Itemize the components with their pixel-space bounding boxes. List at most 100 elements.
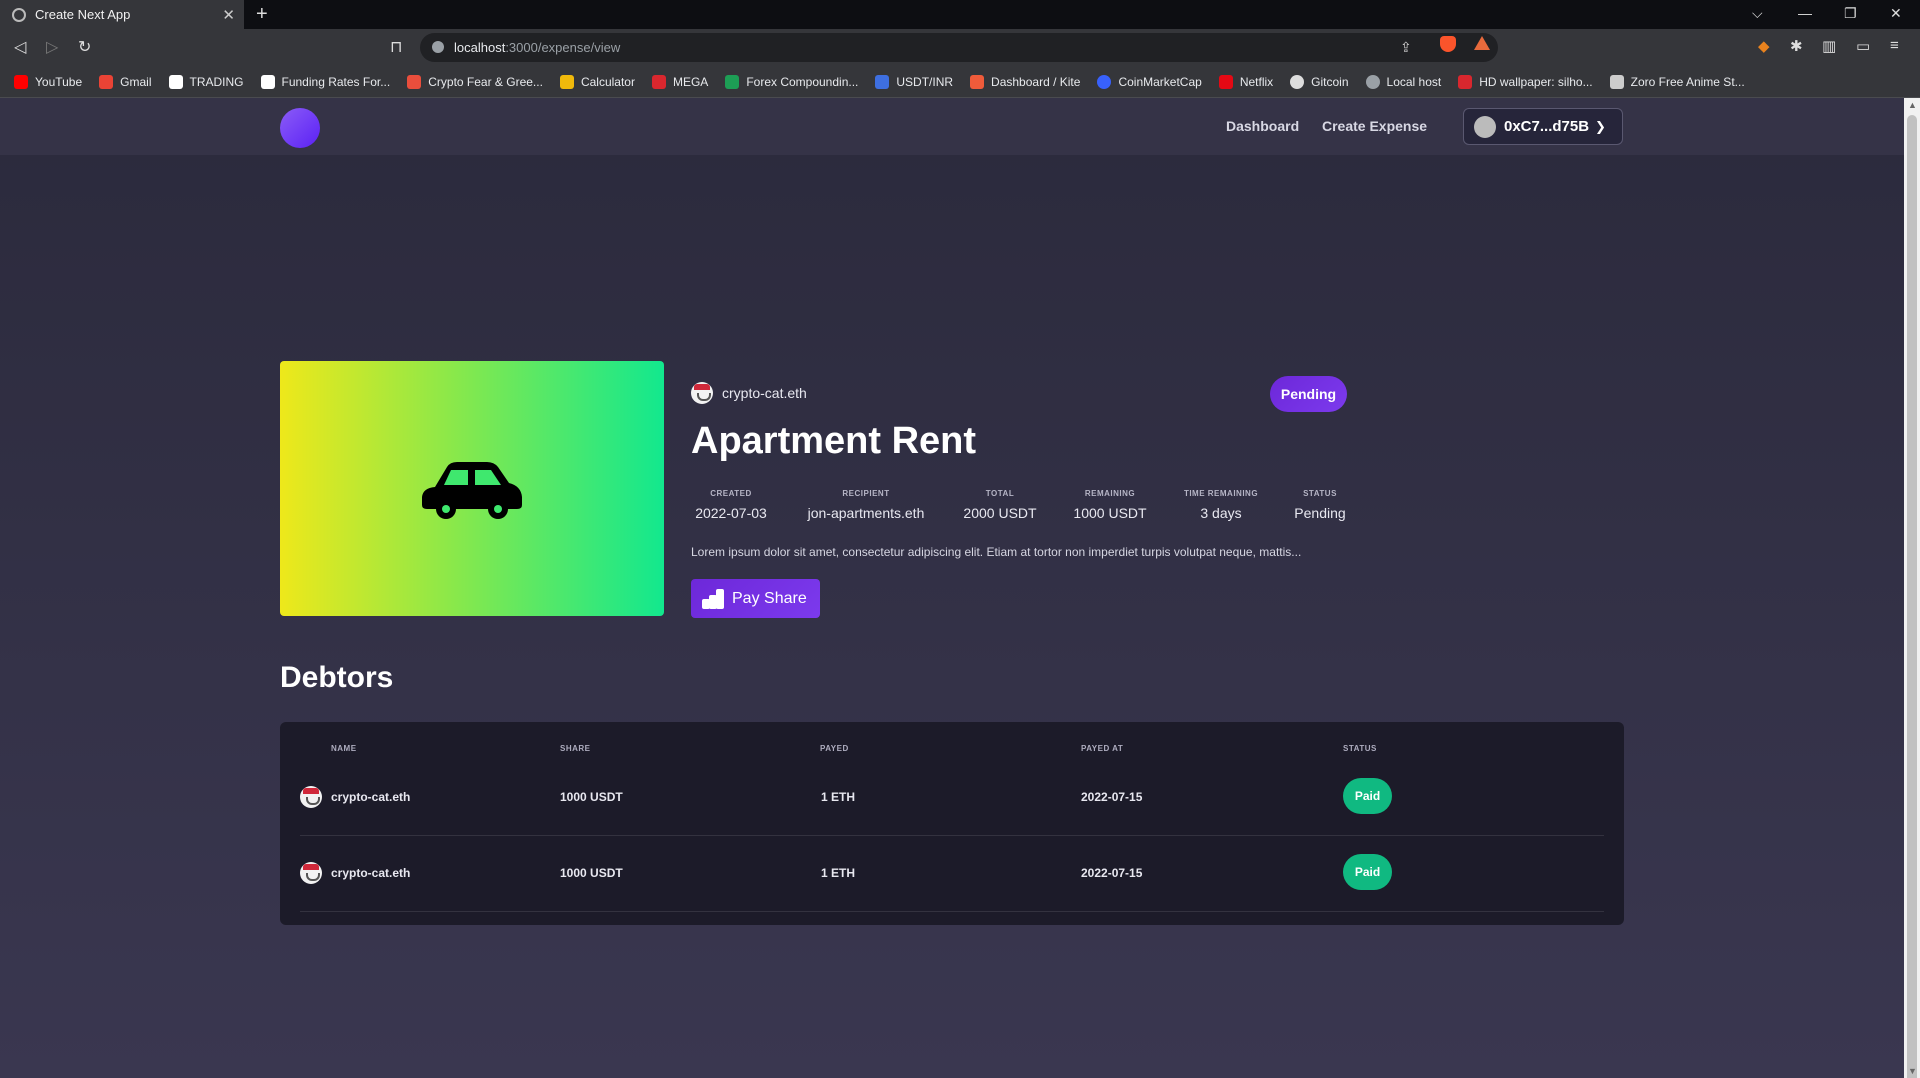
reload-icon[interactable]: ↻ bbox=[78, 37, 91, 57]
bookmark-icon[interactable]: ⊓ bbox=[390, 37, 402, 57]
close-window-icon[interactable]: ✕ bbox=[1890, 5, 1902, 22]
app-header: Dashboard Create Expense 0xC7...d75B ❯ bbox=[0, 98, 1904, 155]
nav-create-expense[interactable]: Create Expense bbox=[1322, 118, 1427, 134]
wazirx-icon bbox=[875, 74, 890, 89]
table-row[interactable]: crypto-cat.eth 1000 USDT 1 ETH 2022-07-1… bbox=[300, 760, 1604, 836]
stat-created: CREATED 2022-07-03 bbox=[695, 489, 767, 521]
debtor-payed: 1 ETH bbox=[821, 866, 856, 880]
bookmark-item[interactable]: Gitcoin bbox=[1290, 74, 1349, 89]
site-info-icon[interactable] bbox=[432, 41, 444, 53]
forward-icon[interactable]: ▷ bbox=[46, 37, 58, 57]
tab-strip: Create Next App ✕ + ⌵ — ❐ ✕ bbox=[0, 0, 1920, 29]
globe-icon bbox=[12, 7, 26, 22]
column-header: SHARE bbox=[560, 744, 591, 753]
tab-title: Create Next App bbox=[35, 7, 131, 22]
scroll-down-icon[interactable]: ▼ bbox=[1908, 1066, 1917, 1076]
bookmark-item[interactable]: CoinMarketCap bbox=[1097, 74, 1202, 89]
stat-total: TOTAL 2000 USDT bbox=[963, 489, 1037, 521]
zoro-icon bbox=[1609, 74, 1624, 89]
minimize-icon[interactable]: — bbox=[1798, 5, 1812, 21]
stat-status: STATUS Pending bbox=[1294, 489, 1346, 521]
debtor-share: 1000 USDT bbox=[560, 790, 623, 804]
debtors-table: NAME SHARE PAYED PAYED AT STATUS crypto-… bbox=[280, 722, 1624, 925]
bookmark-item[interactable]: USDT/INR bbox=[875, 74, 953, 89]
metamask-icon[interactable]: ◆ bbox=[1758, 37, 1770, 55]
binance-icon bbox=[559, 74, 574, 89]
funding-rates-icon bbox=[260, 74, 275, 89]
bookmark-item[interactable]: Gmail bbox=[99, 74, 152, 89]
expense-image bbox=[280, 361, 664, 616]
app-logo[interactable] bbox=[280, 108, 320, 148]
status-badge: Pending bbox=[1270, 376, 1347, 412]
debtor-name: crypto-cat.eth bbox=[331, 790, 411, 804]
chevron-down-icon: ❯ bbox=[1595, 118, 1606, 134]
column-header: STATUS bbox=[1343, 744, 1377, 753]
avatar bbox=[300, 786, 322, 808]
globe-icon bbox=[1365, 74, 1380, 89]
stat-recipient: RECIPIENT jon-apartments.eth bbox=[807, 489, 925, 521]
excel-icon bbox=[725, 74, 740, 89]
close-tab-icon[interactable]: ✕ bbox=[222, 6, 235, 24]
pay-share-label: Pay Share bbox=[732, 589, 807, 607]
gmail-icon bbox=[99, 74, 114, 89]
expense-description: Lorem ipsum dolor sit amet, consectetur … bbox=[691, 545, 1302, 559]
bookmark-item[interactable]: TRADING bbox=[168, 74, 244, 89]
status-badge: Paid bbox=[1343, 778, 1392, 814]
bookmark-item[interactable]: Forex Compoundin... bbox=[725, 74, 858, 89]
coinmarketcap-icon bbox=[1097, 74, 1112, 89]
bookmark-item[interactable]: MEGA bbox=[651, 74, 708, 89]
scroll-up-icon[interactable]: ▲ bbox=[1908, 100, 1917, 110]
debtor-payed-at: 2022-07-15 bbox=[1081, 866, 1143, 880]
page-title: Apartment Rent bbox=[691, 420, 977, 462]
scrollbar[interactable]: ▲ ▼ bbox=[1904, 98, 1920, 1078]
debtors-heading: Debtors bbox=[280, 661, 394, 694]
url-text[interactable]: localhost:3000/expense/view bbox=[454, 40, 620, 55]
wallet-address: 0xC7...d75B bbox=[1504, 118, 1590, 135]
stat-remaining: REMAINING 1000 USDT bbox=[1073, 489, 1147, 521]
menu-icon[interactable]: ≡ bbox=[1890, 37, 1899, 54]
column-header: PAYED AT bbox=[1081, 744, 1124, 753]
bookmark-item[interactable]: Funding Rates For... bbox=[260, 74, 390, 89]
bookmark-item[interactable]: Zoro Free Anime St... bbox=[1609, 74, 1745, 89]
column-header: NAME bbox=[331, 744, 357, 753]
bookmark-item[interactable]: Crypto Fear & Gree... bbox=[407, 74, 543, 89]
bookmark-item[interactable]: YouTube bbox=[14, 74, 82, 89]
brave-shields-icon[interactable] bbox=[1440, 36, 1456, 52]
new-tab-button[interactable]: + bbox=[256, 3, 268, 26]
kite-icon bbox=[970, 74, 985, 89]
tab-search-icon[interactable]: ⌵ bbox=[1752, 5, 1763, 22]
owner-name: crypto-cat.eth bbox=[722, 385, 807, 401]
coins-icon bbox=[702, 588, 724, 609]
bookmark-item[interactable]: HD wallpaper: silho... bbox=[1458, 74, 1593, 89]
bookmark-item[interactable]: Dashboard / Kite bbox=[970, 74, 1080, 89]
expense-owner[interactable]: crypto-cat.eth bbox=[691, 382, 807, 404]
fear-greed-icon bbox=[407, 74, 422, 89]
nav-dashboard[interactable]: Dashboard bbox=[1226, 118, 1299, 134]
tradingview-icon bbox=[168, 74, 183, 89]
bookmark-item[interactable]: Calculator bbox=[559, 74, 635, 89]
wallet-button[interactable]: 0xC7...d75B ❯ bbox=[1463, 108, 1623, 145]
bookmark-item[interactable]: Netflix bbox=[1218, 74, 1273, 89]
scrollbar-thumb[interactable] bbox=[1907, 115, 1917, 1078]
address-bar[interactable]: localhost:3000/expense/view ⇪ bbox=[420, 33, 1498, 62]
column-header: PAYED bbox=[820, 744, 849, 753]
share-icon[interactable]: ⇪ bbox=[1400, 39, 1412, 56]
stat-time-remaining: TIME REMAINING 3 days bbox=[1183, 489, 1259, 521]
pay-share-button[interactable]: Pay Share bbox=[691, 579, 820, 618]
netflix-icon bbox=[1218, 74, 1233, 89]
youtube-icon bbox=[14, 74, 28, 89]
browser-tab[interactable]: Create Next App ✕ bbox=[0, 0, 244, 29]
gitcoin-icon bbox=[1290, 74, 1305, 89]
avatar bbox=[691, 382, 713, 404]
bookmark-item[interactable]: Local host bbox=[1365, 74, 1441, 89]
mega-icon bbox=[651, 74, 666, 89]
wallet-icon[interactable]: ▭ bbox=[1856, 37, 1870, 55]
debtor-payed: 1 ETH bbox=[821, 790, 856, 804]
extensions-icon[interactable]: ✱ bbox=[1790, 37, 1803, 55]
debtor-share: 1000 USDT bbox=[560, 866, 623, 880]
back-icon[interactable]: ◁ bbox=[14, 37, 26, 57]
wallpaper-icon bbox=[1458, 74, 1473, 89]
restore-icon[interactable]: ❐ bbox=[1844, 5, 1857, 22]
table-row[interactable]: crypto-cat.eth 1000 USDT 1 ETH 2022-07-1… bbox=[300, 836, 1604, 912]
sidebar-icon[interactable]: ▥ bbox=[1822, 37, 1836, 55]
